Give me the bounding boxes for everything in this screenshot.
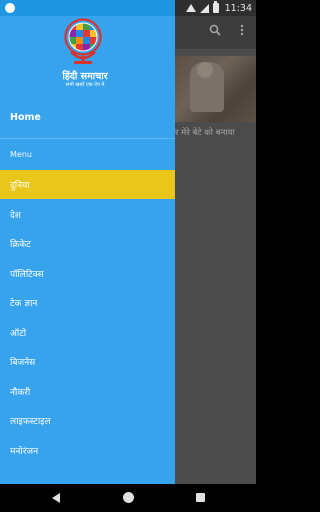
app-title: हिंदी समाचार xyxy=(62,71,108,82)
system-nav-bar xyxy=(0,484,256,512)
menu-item-duniya[interactable]: दुनिया xyxy=(0,170,175,199)
home-icon[interactable] xyxy=(123,492,134,503)
menu-item-lifestyle[interactable]: लाइफस्टाइल xyxy=(0,406,175,435)
menu-section-label: Menu xyxy=(10,150,32,159)
recent-apps-icon[interactable] xyxy=(196,493,205,502)
app-tagline: सभी खबरें एक ऐप में xyxy=(65,82,105,88)
navigation-drawer: हिंदी समाचार सभी खबरें एक ऐप में Home Me… xyxy=(0,0,175,484)
menu-item-politics[interactable]: पॉलिटिक्स xyxy=(0,259,175,288)
notification-icon xyxy=(5,3,15,13)
menu-item-cricket[interactable]: क्रिकेट xyxy=(0,229,175,258)
menu-item-tech-gyan[interactable]: टेक ज्ञान xyxy=(0,288,175,317)
back-icon[interactable] xyxy=(52,493,60,503)
status-indicators: 11:34 xyxy=(185,1,252,14)
battery-icon xyxy=(212,1,219,13)
menu-item-manoranjan[interactable]: मनोरंजन xyxy=(0,436,175,465)
drawer-status-bar xyxy=(0,0,175,16)
search-icon[interactable] xyxy=(207,24,223,40)
menu-item-business[interactable]: बिजनेस xyxy=(0,347,175,376)
drawer-header: हिंदी समाचार सभी खबरें एक ऐप में xyxy=(0,16,175,96)
status-time: 11:34 xyxy=(224,2,252,14)
drawer-divider xyxy=(0,138,175,139)
nav-home[interactable]: Home xyxy=(10,112,41,123)
news-headline[interactable]: र मेरे बेटे को बनाया xyxy=(175,127,256,141)
news-hero-head xyxy=(197,62,213,78)
globe-logo-icon xyxy=(64,18,102,64)
signal-icon xyxy=(199,3,209,13)
menu-item-desh[interactable]: देश xyxy=(0,200,175,229)
menu-item-auto[interactable]: ऑटो xyxy=(0,318,175,347)
wifi-icon xyxy=(185,4,196,12)
menu-item-naukri[interactable]: नौकरी xyxy=(0,377,175,406)
more-vert-icon[interactable] xyxy=(234,24,250,40)
